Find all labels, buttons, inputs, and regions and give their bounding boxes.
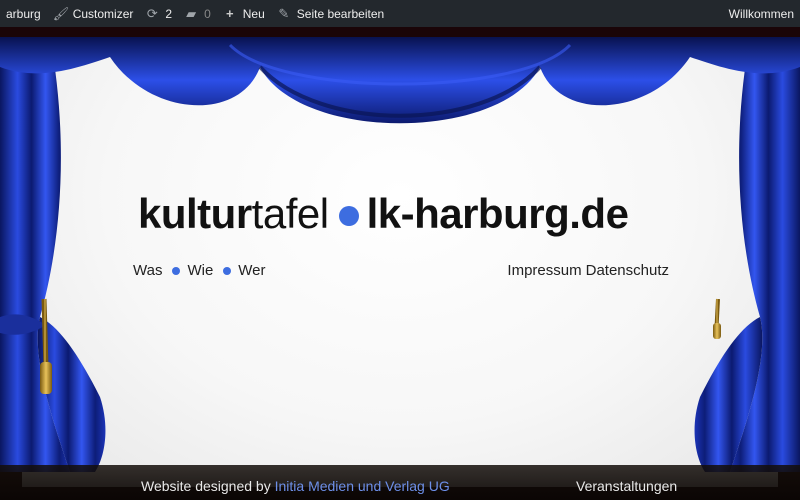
main-nav: Was Wie Wer (133, 262, 266, 279)
credit-link[interactable]: Initia Medien und Verlag UG (275, 478, 450, 494)
customizer-link[interactable]: 🖌 Customizer (47, 0, 140, 27)
updates-link[interactable]: ⟳ 2 (139, 0, 178, 27)
new-label: Neu (242, 6, 265, 21)
edit-page-label: Seite bearbeiten (296, 6, 385, 21)
legal-nav: Impressum Datenschutz (503, 262, 669, 279)
logo-part-tafel: tafel (251, 190, 329, 237)
nav-link-impressum[interactable]: Impressum (507, 262, 581, 279)
footer-link-events[interactable]: Veranstaltungen (576, 478, 677, 494)
comment-icon: ▰ (186, 5, 197, 21)
site-name-menu[interactable]: arburg (0, 0, 47, 27)
account-menu[interactable]: Willkommen (723, 0, 800, 27)
comments-link[interactable]: ▰ 0 (178, 0, 217, 27)
footer-credit: Website designed by Initia Medien und Ve… (141, 478, 450, 494)
brush-icon: 🖌 (52, 5, 70, 21)
edit-page-link[interactable]: ✎ Seite bearbeiten (271, 0, 390, 27)
nav-link-wie[interactable]: Wie (187, 262, 213, 279)
admin-bar: arburg 🖌 Customizer ⟳ 2 ▰ 0 + Neu ✎ Seit… (0, 0, 800, 27)
nav-link-datenschutz[interactable]: Datenschutz (586, 262, 669, 279)
credit-prefix: Website designed by (141, 478, 271, 494)
site-footer: Website designed by Initia Medien und Ve… (0, 465, 800, 500)
logo-dot-icon (338, 206, 359, 226)
comments-count: 0 (204, 6, 211, 21)
nav-link-wer[interactable]: Wer (238, 262, 265, 279)
nav-bullet-icon (223, 266, 232, 275)
theater-stage: kultur tafel lk-harburg.de Was Wie Wer Imp… (0, 27, 800, 500)
pencil-icon: ✎ (278, 5, 290, 21)
logo-part-domain: lk-harburg.de (366, 190, 629, 237)
customizer-label: Customizer (72, 6, 134, 21)
refresh-icon: ⟳ (146, 5, 158, 21)
plus-icon: + (225, 6, 234, 21)
nav-link-was[interactable]: Was (133, 262, 162, 279)
welcome-label: Willkommen (728, 6, 794, 21)
site-logo[interactable]: kultur tafel lk-harburg.de (138, 190, 629, 238)
logo-part-kultur: kultur (138, 190, 252, 237)
nav-bullet-icon (172, 266, 181, 275)
curtains-graphic (0, 37, 800, 472)
site-name-label: arburg (6, 6, 41, 21)
new-content-link[interactable]: + Neu (217, 0, 271, 27)
updates-count: 2 (165, 6, 173, 21)
